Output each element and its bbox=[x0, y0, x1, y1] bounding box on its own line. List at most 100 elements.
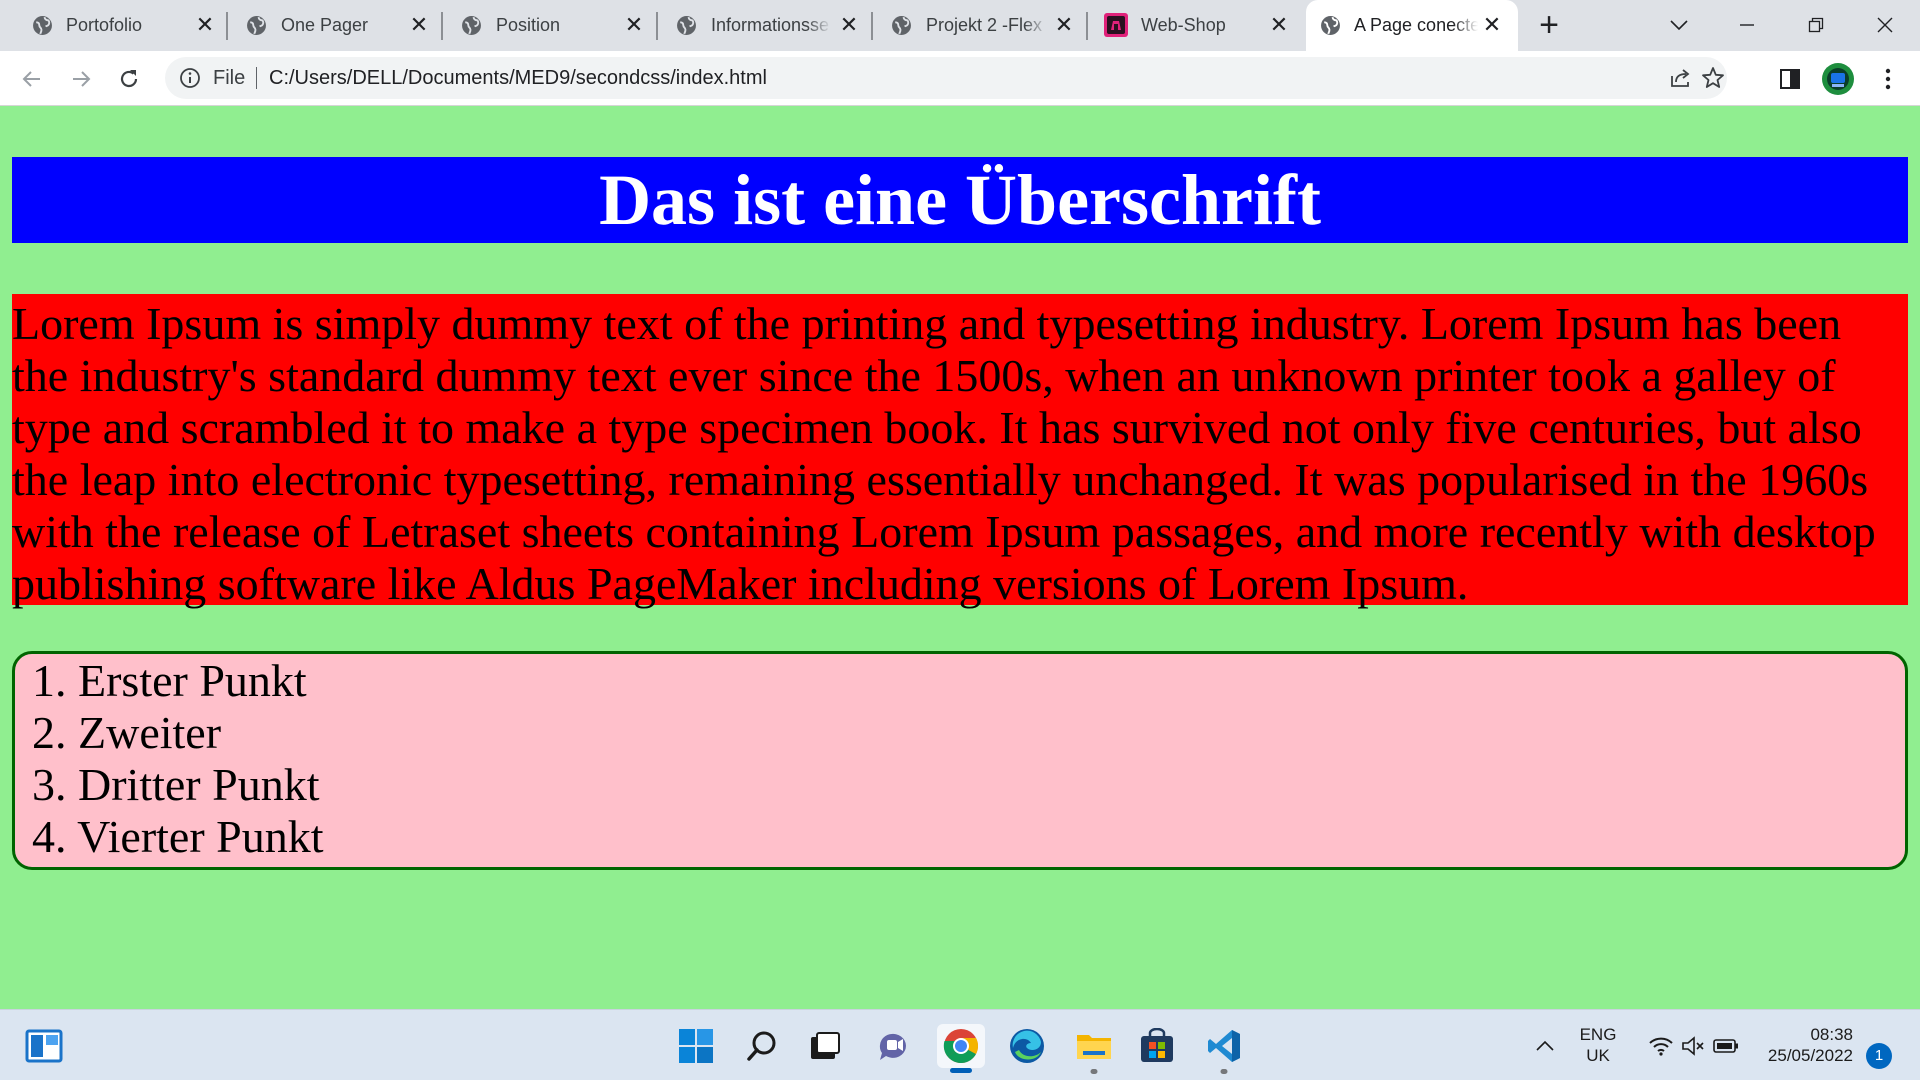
tab-web-shop[interactable]: Web-Shop ✕ bbox=[1088, 0, 1303, 51]
browser-toolbar: File C:/Users/DELL/Documents/MED9/second… bbox=[0, 51, 1920, 106]
close-tab-icon[interactable]: ✕ bbox=[623, 14, 645, 36]
tab-title: Position bbox=[496, 15, 561, 35]
tab-title: Web-Shop bbox=[1141, 15, 1226, 35]
tab-projekt-2-flex[interactable]: Projekt 2 -Flex ✕ bbox=[873, 0, 1088, 51]
restore-button[interactable] bbox=[1796, 9, 1836, 41]
star-icon[interactable] bbox=[1700, 65, 1726, 91]
store-button[interactable] bbox=[1135, 1024, 1179, 1068]
ordered-list: 1. Erster Punkt 2. Zweiter 3. Dritter Pu… bbox=[12, 651, 1908, 870]
close-window-button[interactable] bbox=[1865, 9, 1905, 41]
task-view-icon bbox=[811, 1032, 840, 1059]
chat-button[interactable] bbox=[872, 1024, 916, 1068]
tab-informationsseite[interactable]: Informationsse ✕ bbox=[658, 0, 873, 51]
chevron-down-icon bbox=[1670, 20, 1688, 31]
edge-button[interactable] bbox=[1005, 1024, 1049, 1068]
minimize-button[interactable] bbox=[1727, 9, 1767, 41]
avatar bbox=[1822, 63, 1854, 95]
restore-icon bbox=[1808, 17, 1824, 33]
arrow-right-icon bbox=[73, 71, 91, 87]
scheme-label: File bbox=[213, 67, 246, 89]
forward-button[interactable] bbox=[63, 61, 99, 97]
tab-search-button[interactable] bbox=[1659, 9, 1699, 41]
active-indicator bbox=[950, 1068, 972, 1073]
tab-position[interactable]: Position ✕ bbox=[443, 0, 658, 51]
url-text[interactable]: C:/Users/DELL/Documents/MED9/secondcss/i… bbox=[269, 66, 767, 90]
new-tab-button[interactable]: + bbox=[1533, 8, 1565, 42]
region-label: UK bbox=[1586, 1046, 1610, 1065]
tab-portofolio[interactable]: Portofolio ✕ bbox=[0, 0, 228, 51]
omnibox-divider bbox=[256, 67, 257, 89]
minimize-icon bbox=[1740, 24, 1754, 26]
quick-settings-button[interactable] bbox=[1634, 1024, 1754, 1068]
store-icon bbox=[1141, 1028, 1173, 1062]
clock-button[interactable]: 08:38 25/05/2022 bbox=[1753, 1024, 1853, 1066]
chevron-up-icon bbox=[1536, 1040, 1554, 1051]
page-heading: Das ist eine Überschrift bbox=[12, 157, 1908, 243]
file-explorer-button[interactable] bbox=[1072, 1024, 1116, 1074]
back-button[interactable] bbox=[14, 61, 50, 97]
running-indicator bbox=[1090, 1069, 1098, 1074]
close-icon bbox=[1877, 17, 1893, 33]
widgets-icon bbox=[25, 1029, 63, 1063]
close-tab-icon[interactable]: ✕ bbox=[408, 14, 430, 36]
globe-icon bbox=[677, 16, 696, 35]
close-tab-icon[interactable]: ✕ bbox=[1268, 14, 1290, 36]
tab-one-pager[interactable]: One Pager ✕ bbox=[228, 0, 443, 51]
vscode-button[interactable] bbox=[1202, 1024, 1246, 1074]
address-bar[interactable]: File C:/Users/DELL/Documents/MED9/second… bbox=[165, 57, 1727, 99]
tab-title: Projekt 2 -Flex bbox=[926, 15, 1043, 35]
chat-icon bbox=[879, 1033, 906, 1060]
page-viewport: Das ist eine Überschrift Lorem Ipsum is … bbox=[0, 106, 1920, 1009]
globe-icon bbox=[1321, 16, 1340, 35]
lorem-paragraph: Lorem Ipsum is simply dummy text of the … bbox=[12, 294, 1908, 609]
tab-strip: Portofolio ✕ One Pager ✕ Position ✕ Info… bbox=[0, 0, 1920, 51]
chrome-icon bbox=[943, 1029, 978, 1064]
file-explorer-icon bbox=[1077, 1035, 1111, 1059]
more-vert-icon bbox=[1885, 68, 1891, 90]
globe-icon bbox=[892, 16, 911, 35]
tab-a-page-conected[interactable]: A Page conecte ✕ bbox=[1306, 0, 1518, 51]
volume-muted-icon bbox=[1682, 1036, 1704, 1056]
close-tab-icon[interactable]: ✕ bbox=[1481, 14, 1503, 36]
battery-icon bbox=[1713, 1039, 1738, 1053]
widgets-button[interactable] bbox=[22, 1024, 66, 1068]
side-panel-icon bbox=[1780, 69, 1800, 89]
tab-title: A Page conecte bbox=[1354, 15, 1478, 35]
task-view-button[interactable] bbox=[803, 1024, 847, 1068]
webshop-favicon-icon bbox=[1104, 13, 1128, 37]
list-item: 4. Vierter Punkt bbox=[32, 811, 324, 862]
clock-time: 08:38 bbox=[1810, 1025, 1853, 1044]
close-tab-icon[interactable]: ✕ bbox=[194, 14, 216, 36]
side-panel-button[interactable] bbox=[1772, 61, 1808, 97]
reload-icon bbox=[120, 70, 138, 88]
wifi-icon bbox=[1649, 1037, 1673, 1056]
taskbar: ENG UK 08:38 25/05/2022 1 bbox=[0, 1009, 1920, 1080]
chrome-taskbar-button[interactable] bbox=[937, 1024, 985, 1073]
close-tab-icon[interactable]: ✕ bbox=[838, 14, 860, 36]
globe-icon bbox=[33, 16, 52, 35]
tab-title: One Pager bbox=[281, 15, 369, 35]
show-hidden-icons-button[interactable] bbox=[1525, 1024, 1565, 1068]
reload-button[interactable] bbox=[111, 61, 147, 97]
start-button[interactable] bbox=[674, 1024, 718, 1068]
close-tab-icon[interactable]: ✕ bbox=[1053, 14, 1075, 36]
running-indicator bbox=[1220, 1069, 1228, 1074]
language-label: ENG bbox=[1579, 1025, 1617, 1044]
start-icon bbox=[679, 1029, 713, 1063]
globe-icon bbox=[462, 16, 481, 35]
clock-date: 25/05/2022 bbox=[1767, 1046, 1853, 1065]
profile-button[interactable] bbox=[1820, 61, 1856, 97]
input-language-button[interactable]: ENG UK bbox=[1572, 1024, 1624, 1066]
tab-title: Portofolio bbox=[66, 15, 143, 35]
share-icon[interactable] bbox=[1667, 65, 1693, 91]
info-icon[interactable] bbox=[179, 67, 201, 89]
search-icon bbox=[747, 1031, 776, 1061]
arrow-left-icon bbox=[22, 71, 40, 87]
notification-badge[interactable]: 1 bbox=[1866, 1043, 1892, 1069]
menu-button[interactable] bbox=[1870, 61, 1906, 97]
list-item: 1. Erster Punkt bbox=[32, 655, 307, 706]
vscode-icon bbox=[1208, 1030, 1240, 1062]
edge-icon bbox=[1010, 1029, 1044, 1063]
tab-title: Informationsse bbox=[711, 15, 830, 35]
search-button[interactable] bbox=[740, 1024, 784, 1068]
